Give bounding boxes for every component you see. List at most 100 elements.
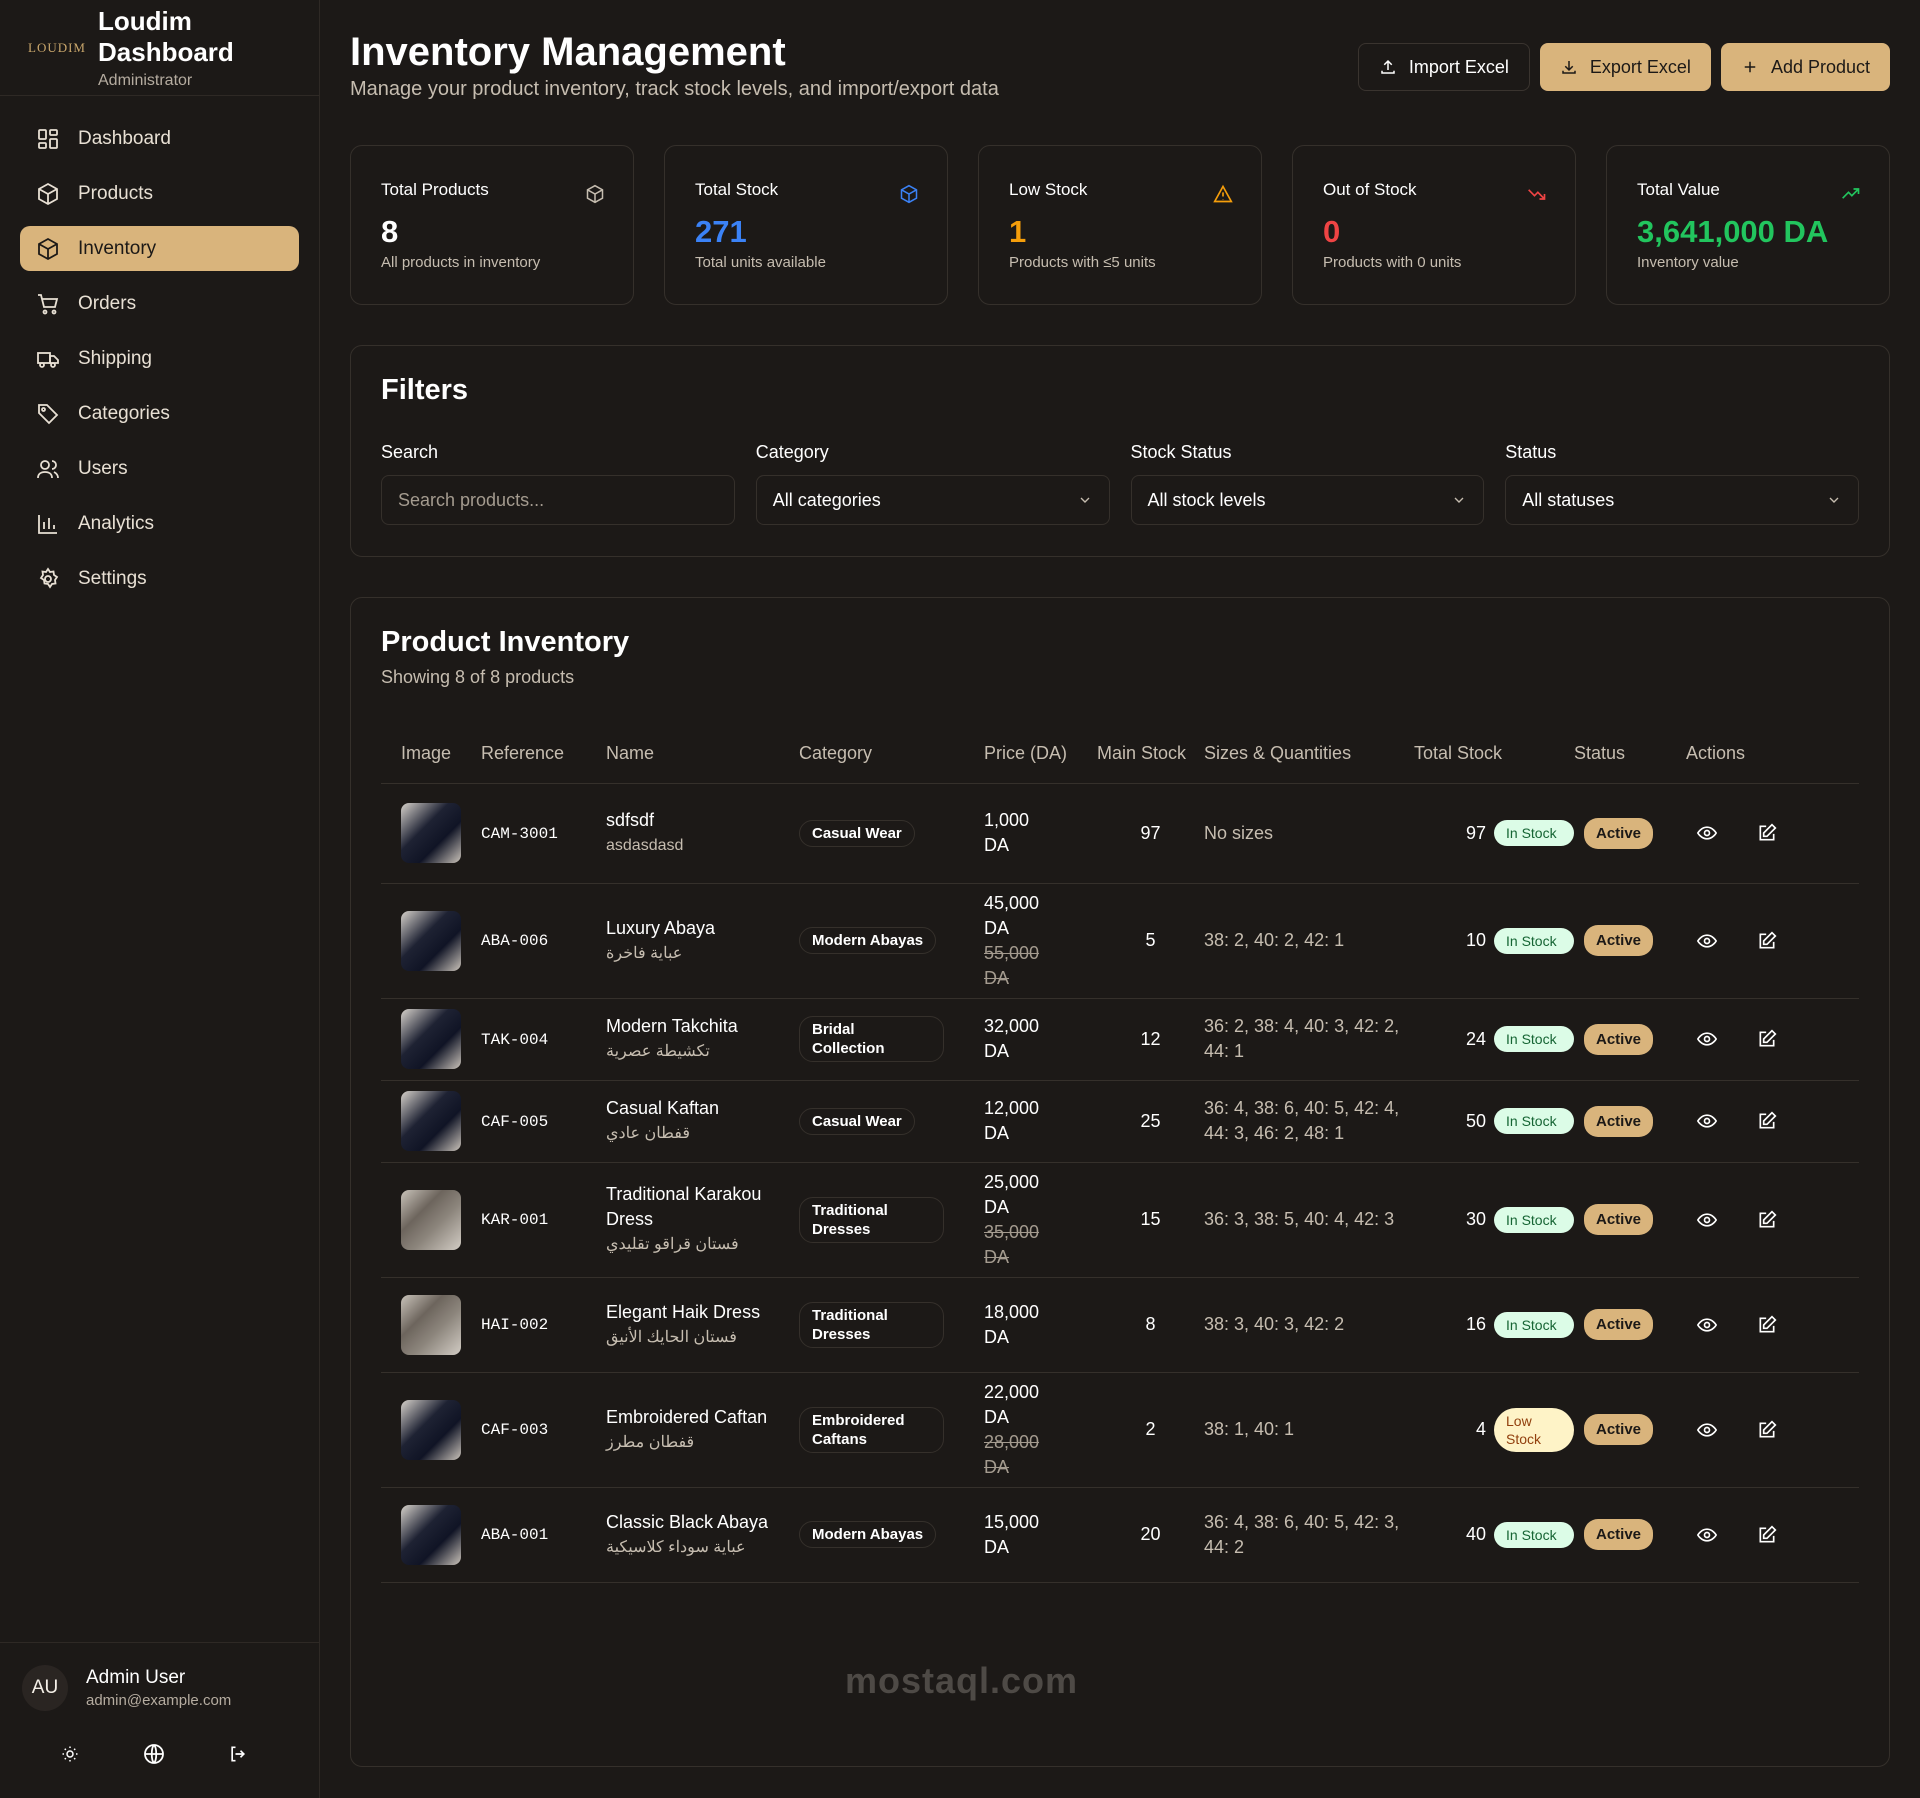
edit-icon[interactable]: [1756, 1209, 1778, 1231]
user-profile[interactable]: AU Admin User admin@example.com: [0, 1643, 320, 1711]
logout-icon[interactable]: [225, 1741, 251, 1767]
view-icon[interactable]: [1696, 1209, 1718, 1231]
view-icon[interactable]: [1696, 1028, 1718, 1050]
column-header: Reference: [481, 723, 606, 784]
stat-value: 1: [1009, 214, 1027, 249]
edit-icon[interactable]: [1756, 1419, 1778, 1441]
edit-icon[interactable]: [1756, 930, 1778, 952]
category-badge: Modern Abayas: [799, 927, 937, 954]
edit-icon[interactable]: [1756, 1028, 1778, 1050]
edit-icon[interactable]: [1756, 1314, 1778, 1336]
sizes-quantities: 38: 1, 40: 1: [1204, 1419, 1295, 1439]
product-thumbnail[interactable]: [401, 1294, 461, 1355]
product-price: 15,000 DA: [984, 1511, 1040, 1557]
sidebar-item-shipping[interactable]: Shipping: [20, 336, 299, 381]
globe-icon[interactable]: [141, 1741, 167, 1767]
sidebar-item-settings[interactable]: Settings: [20, 556, 299, 601]
stat-value: 8: [381, 214, 399, 249]
chevron-down-icon: [1454, 497, 1464, 503]
stat-value: 0: [1323, 214, 1341, 249]
stat-note: All products in inventory: [381, 254, 541, 271]
sidebar-item-categories[interactable]: Categories: [20, 391, 299, 436]
view-icon[interactable]: [1696, 1110, 1718, 1132]
stat-out-of-stock: Out of Stock 0 Products with 0 units: [1292, 145, 1576, 305]
product-price: 32,000 DA: [984, 1016, 1040, 1061]
product-thumbnail[interactable]: [401, 1504, 461, 1565]
table-row: CAF-005 Casual Kaftan قفطان عادي Casual Wea…: [381, 1080, 1859, 1163]
total-stock: 24: [1465, 1028, 1486, 1049]
stat-value: 271: [695, 214, 747, 249]
table-row: KAR-001 Traditional Karakou Dress فستان قر…: [381, 1162, 1859, 1278]
view-icon[interactable]: [1696, 1419, 1718, 1441]
product-name: Luxury Abaya: [606, 917, 716, 938]
filters-title: Filters: [381, 374, 469, 406]
product-name: Embroidered Caftan: [606, 1406, 768, 1427]
total-stock: 4: [1475, 1419, 1486, 1439]
main-stock: 20: [1140, 1524, 1161, 1544]
status-badge: Active: [1584, 1204, 1654, 1235]
brand-subtitle: Administrator: [98, 71, 193, 89]
add-product-button[interactable]: Add Product: [1720, 43, 1890, 91]
sidebar: LOUDIM Loudim Dashboard Administrator Da…: [0, 0, 320, 1798]
total-stock: 16: [1465, 1314, 1486, 1334]
product-reference: TAK-004: [481, 1030, 549, 1049]
category-badge: Traditional Dresses: [799, 1301, 944, 1348]
view-icon[interactable]: [1696, 1524, 1718, 1546]
export-excel-button[interactable]: Export Excel: [1539, 43, 1711, 91]
product-thumbnail[interactable]: [401, 1399, 461, 1460]
category-badge: Embroidered Caftans: [799, 1406, 944, 1453]
category-select[interactable]: All categories: [755, 475, 1110, 525]
product-thumbnail[interactable]: [401, 1009, 461, 1069]
product-name: Classic Black Abaya: [606, 1511, 769, 1532]
edit-icon[interactable]: [1756, 1524, 1778, 1546]
product-subtitle: فستان قراقو تقليدي: [606, 1236, 739, 1253]
inventory-subtitle: Showing 8 of 8 products: [381, 667, 575, 687]
grid-icon: [38, 128, 58, 149]
search-input[interactable]: Search products...: [381, 475, 735, 525]
product-thumbnail[interactable]: [401, 803, 461, 863]
status-select[interactable]: All statuses: [1505, 475, 1859, 525]
view-icon[interactable]: [1696, 822, 1718, 844]
product-reference: CAF-005: [481, 1112, 549, 1131]
brand-title: Loudim Dashboard: [98, 5, 234, 67]
import-excel-button[interactable]: Import Excel: [1357, 43, 1530, 91]
sidebar-item-analytics[interactable]: Analytics: [20, 501, 299, 546]
product-thumbnail[interactable]: [401, 1091, 461, 1151]
stock-status-label: Stock Status: [1130, 442, 1232, 462]
table-header-row: Image Reference Name Category Price (DA)…: [381, 723, 1859, 784]
product-subtitle: قفطان عادي: [606, 1125, 691, 1142]
bar-chart-icon: [38, 514, 57, 534]
product-subtitle: فستان الحايك الأنيق: [606, 1328, 737, 1346]
theme-toggle-icon[interactable]: [57, 1741, 83, 1767]
sidebar-item-label: Inventory: [78, 237, 157, 259]
view-icon[interactable]: [1696, 930, 1718, 952]
status-badge: Active: [1584, 817, 1654, 849]
product-price: 12,000 DA: [984, 1098, 1040, 1143]
edit-icon[interactable]: [1756, 1110, 1778, 1132]
table-row: ABA-006 Luxury Abaya عباية فاخرة Modern Aba…: [381, 883, 1859, 999]
stock-status-select[interactable]: All stock levels: [1130, 475, 1485, 525]
column-header: Main Stock: [1097, 723, 1204, 784]
user-email: admin@example.com: [86, 1692, 232, 1709]
product-subtitle: عباية فاخرة: [606, 944, 683, 962]
sidebar-item-inventory[interactable]: Inventory: [20, 226, 299, 271]
download-icon: [1562, 61, 1576, 74]
main-stock: 8: [1145, 1314, 1156, 1334]
category-badge: Casual Wear: [799, 819, 915, 847]
total-stock: 97: [1465, 822, 1486, 843]
product-price: 22,000 DA: [984, 1381, 1040, 1427]
import-label: Import Excel: [1408, 56, 1509, 77]
product-thumbnail[interactable]: [401, 910, 461, 971]
sidebar-item-orders[interactable]: Orders: [20, 281, 299, 326]
page-title: Inventory Management: [350, 30, 786, 74]
sidebar-item-dashboard[interactable]: Dashboard: [20, 116, 299, 161]
product-thumbnail[interactable]: [401, 1189, 461, 1250]
view-icon[interactable]: [1696, 1314, 1718, 1336]
product-subtitle: قفطان مطرز: [606, 1433, 695, 1451]
edit-icon[interactable]: [1756, 822, 1778, 844]
sidebar-item-users[interactable]: Users: [20, 446, 299, 491]
brand: LOUDIM Loudim Dashboard Administrator: [0, 0, 319, 96]
column-header: Actions: [1686, 723, 1859, 784]
box-icon: [38, 182, 58, 205]
sidebar-item-products[interactable]: Products: [20, 171, 299, 216]
